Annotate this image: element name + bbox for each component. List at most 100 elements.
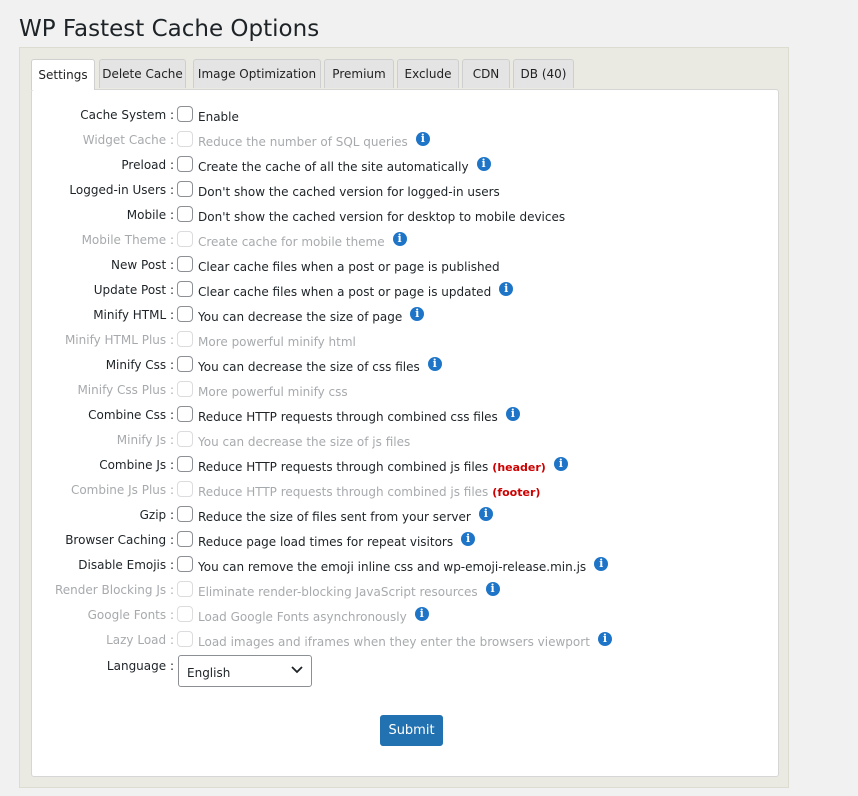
browser-caching-checkbox[interactable] (177, 531, 193, 547)
logged-in-users-checkbox[interactable] (177, 181, 193, 197)
combine-js-plus-checkbox (177, 481, 193, 497)
tab-exclude[interactable]: Exclude (397, 59, 459, 88)
new-post-checkbox[interactable] (177, 256, 193, 272)
info-icon[interactable]: i (553, 456, 568, 471)
option-description-text: Clear cache files when a post or page is… (198, 260, 500, 274)
option-label: Cache System : (80, 108, 174, 122)
option-label: Minify HTML : (93, 308, 174, 322)
gzip-checkbox[interactable] (177, 506, 193, 522)
option-row-preload: Preload : Create the cache of all the sit… (32, 156, 780, 176)
option-row-mobile: Mobile : Don't show the cached version fo… (32, 206, 780, 226)
preload-checkbox[interactable] (177, 156, 193, 172)
option-description-text: Reduce HTTP requests through combined cs… (198, 410, 498, 424)
info-icon[interactable]: i (392, 231, 407, 246)
info-icon[interactable]: i (485, 581, 500, 596)
position-tag: (header) (492, 461, 546, 474)
option-description-text: Clear cache files when a post or page is… (198, 285, 492, 299)
option-row-google-fonts: Google Fonts : Load Google Fonts asynchro… (32, 606, 780, 626)
option-row-language: Language : (32, 657, 780, 677)
option-description-text: Don't show the cached version for deskto… (198, 210, 566, 224)
option-description-text: Don't show the cached version for logged… (198, 185, 500, 199)
settings-panel: Cache System : Enable Widget Cache : Reduce… (31, 89, 779, 777)
mobile-checkbox[interactable] (177, 206, 193, 222)
option-label: Widget Cache : (82, 133, 174, 147)
option-description: Don't show the cached version for logged… (198, 185, 500, 199)
cache-system-checkbox[interactable] (177, 106, 193, 122)
tab-image-optimization[interactable]: Image Optimization (193, 59, 321, 88)
option-description: You can decrease the size of page i (198, 306, 425, 325)
option-description: Load images and iframes when they enter … (198, 631, 612, 650)
option-description: Reduce page load times for repeat visito… (198, 531, 476, 550)
update-post-checkbox[interactable] (177, 281, 193, 297)
option-description: You can remove the emoji inline css and … (198, 556, 609, 575)
option-row-cache-system: Cache System : Enable (32, 106, 780, 126)
info-icon[interactable]: i (461, 531, 476, 546)
option-description: More powerful minify html (198, 335, 356, 349)
page-title: WP Fastest Cache Options (19, 16, 320, 42)
option-row-lazy-load: Lazy Load : Load images and iframes when … (32, 631, 780, 651)
option-description: Reduce the number of SQL queries i (198, 131, 430, 150)
language-select[interactable]: English (178, 655, 312, 687)
option-description: Reduce HTTP requests through combined js… (198, 456, 568, 475)
option-label: New Post : (111, 258, 174, 272)
tab-settings[interactable]: Settings (31, 59, 95, 90)
option-description: Load Google Fonts asynchronously i (198, 606, 429, 625)
tab-premium[interactable]: Premium (324, 59, 394, 88)
submit-button[interactable]: Submit (380, 715, 443, 746)
widget-cache-checkbox (177, 131, 193, 147)
option-description: Reduce HTTP requests through combined cs… (198, 406, 520, 425)
tab-delete-cache[interactable]: Delete Cache (99, 59, 186, 88)
option-label: Preload : (121, 158, 174, 172)
render-blocking-js-checkbox (177, 581, 193, 597)
option-description-text: You can decrease the size of js files (198, 435, 411, 449)
disable-emojis-checkbox[interactable] (177, 556, 193, 572)
option-label: Minify Css : (105, 358, 174, 372)
option-label: Minify Js : (116, 433, 174, 447)
option-description-text: You can decrease the size of css files (198, 360, 420, 374)
option-label: Gzip : (139, 508, 174, 522)
option-description-text: Load images and iframes when they enter … (198, 635, 590, 649)
option-row-combine-js: Combine Js : Reduce HTTP requests through… (32, 456, 780, 476)
option-label: Minify Css Plus : (77, 383, 174, 397)
info-icon[interactable]: i (415, 131, 430, 146)
option-row-render-blocking-js: Render Blocking Js : Eliminate render-blo… (32, 581, 780, 601)
combine-css-checkbox[interactable] (177, 406, 193, 422)
info-icon[interactable]: i (505, 406, 520, 421)
option-description-text: Reduce HTTP requests through combined js… (198, 460, 489, 474)
option-row-browser-caching: Browser Caching : Reduce page load times … (32, 531, 780, 551)
option-row-minify-css: Minify Css : You can decrease the size of… (32, 356, 780, 376)
option-description-text: Create the cache of all the site automat… (198, 160, 469, 174)
minify-html-checkbox[interactable] (177, 306, 193, 322)
option-description: Clear cache files when a post or page is… (198, 281, 514, 300)
info-icon[interactable]: i (410, 306, 425, 321)
option-description: Clear cache files when a post or page is… (198, 260, 500, 274)
info-icon[interactable]: i (476, 156, 491, 171)
option-row-minify-css-plus: Minify Css Plus : More powerful minify cs… (32, 381, 780, 401)
tab-cdn[interactable]: CDN (462, 59, 510, 88)
info-icon[interactable]: i (478, 506, 493, 521)
option-label: Mobile : (126, 208, 174, 222)
option-description-text: Reduce page load times for repeat visito… (198, 535, 454, 549)
info-icon[interactable]: i (594, 556, 609, 571)
minify-css-checkbox[interactable] (177, 356, 193, 372)
info-icon[interactable]: i (597, 631, 612, 646)
option-label: Lazy Load : (106, 633, 174, 647)
option-description-text: Eliminate render-blocking JavaScript res… (198, 585, 478, 599)
option-description-text: More powerful minify html (198, 335, 356, 349)
info-icon[interactable]: i (414, 606, 429, 621)
info-icon[interactable]: i (499, 281, 514, 296)
combine-js-checkbox[interactable] (177, 456, 193, 472)
option-description: More powerful minify css (198, 385, 348, 399)
info-icon[interactable]: i (427, 356, 442, 371)
chevron-down-icon (291, 666, 303, 674)
position-tag: (footer) (492, 486, 541, 499)
tab-db[interactable]: DB (40) (513, 59, 574, 88)
minify-js-checkbox (177, 431, 193, 447)
option-label: Render Blocking Js : (54, 583, 174, 597)
option-description: Create cache for mobile theme i (198, 231, 407, 250)
option-row-minify-js: Minify Js : You can decrease the size of … (32, 431, 780, 451)
option-description: Create the cache of all the site automat… (198, 156, 491, 175)
option-label: Logged-in Users : (69, 183, 174, 197)
option-description: Enable (198, 110, 239, 124)
option-label: Minify HTML Plus : (64, 333, 174, 347)
